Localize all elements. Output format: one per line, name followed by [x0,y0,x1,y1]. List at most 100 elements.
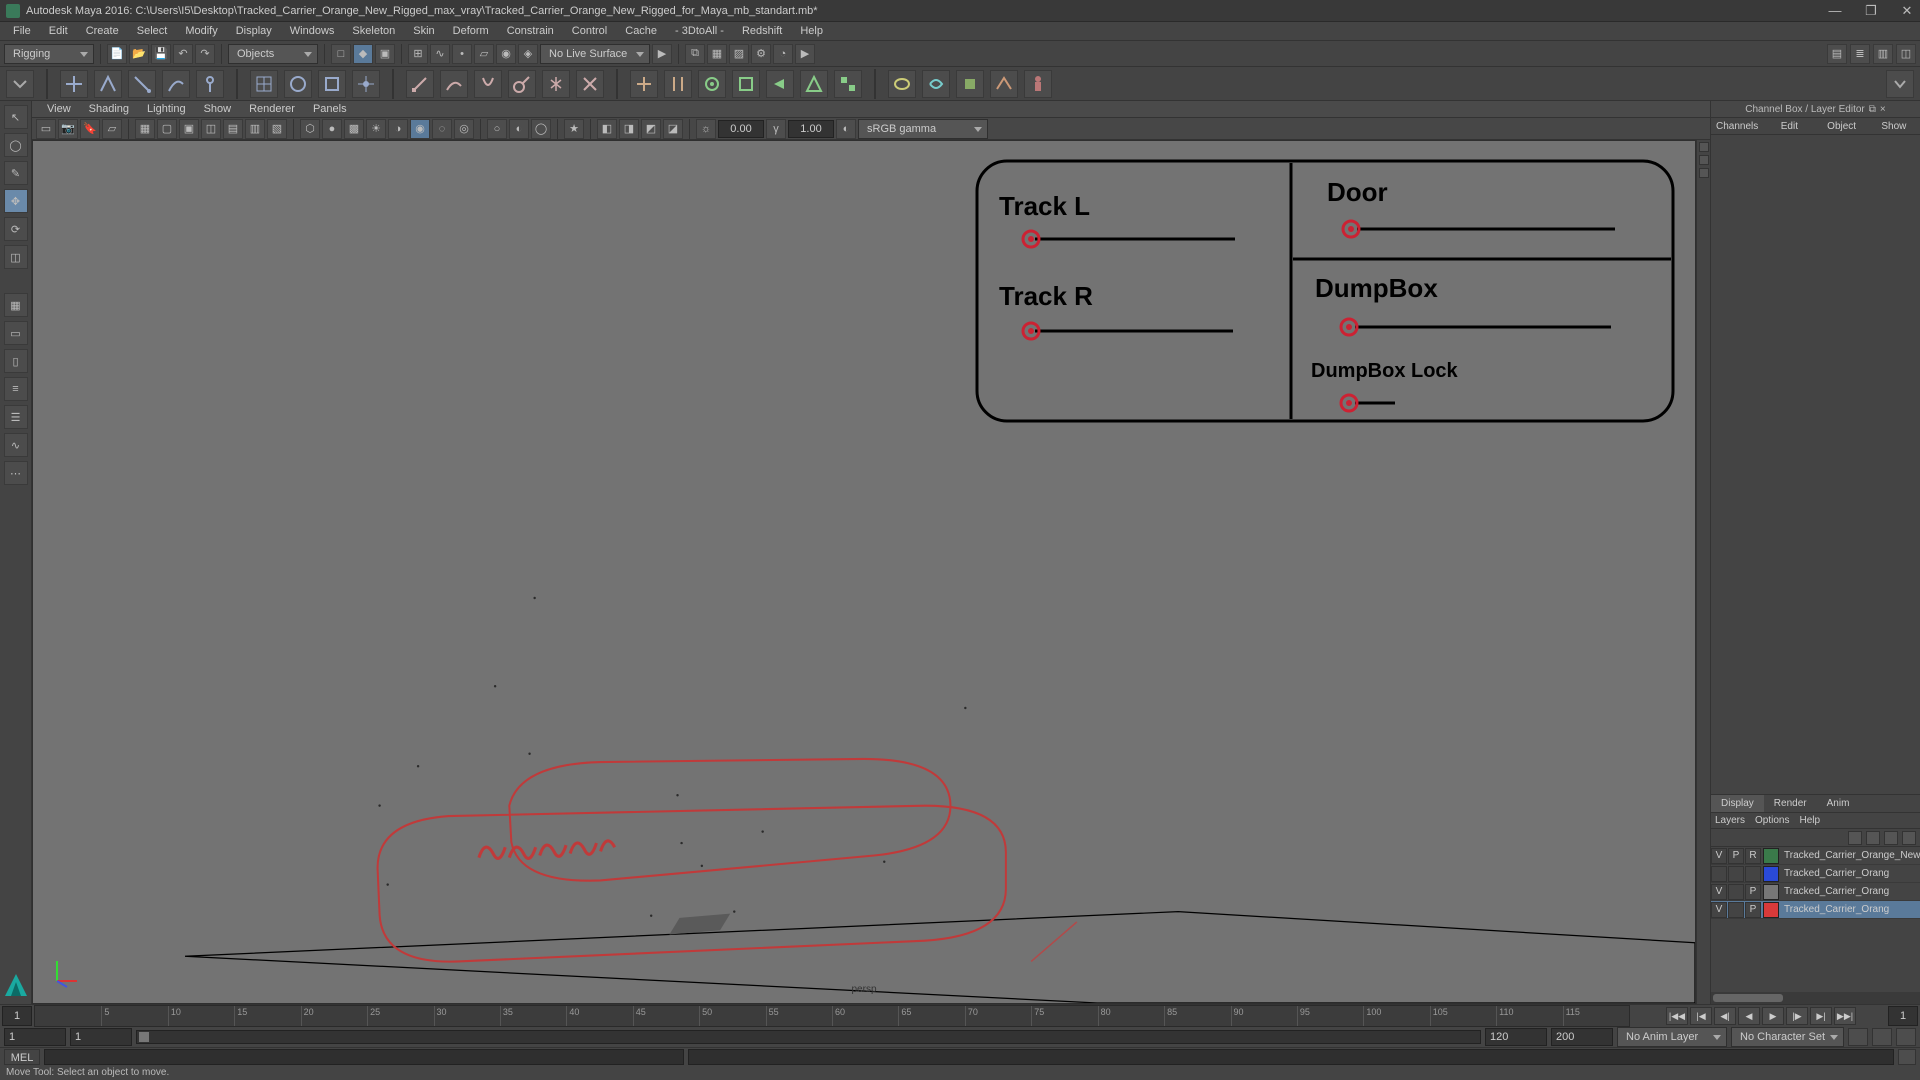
window-minimize-button[interactable]: ― [1828,4,1842,18]
layer-p-toggle[interactable] [1728,866,1744,882]
window-maximize-button[interactable]: ❐ [1864,4,1878,18]
play-forward-button[interactable]: ▶ [1762,1007,1784,1025]
layer-color-swatch[interactable] [1763,866,1779,882]
layer-tab-render[interactable]: Render [1764,795,1817,812]
range-out-field[interactable]: 120 [1485,1028,1547,1046]
layer-row[interactable]: VPRTracked_Carrier_Orange_New [1711,847,1920,865]
range-in-field[interactable]: 1 [70,1028,132,1046]
shelf-options-icon[interactable] [1886,70,1914,98]
layer-move-up-icon[interactable] [1848,831,1862,845]
select-by-component-button[interactable]: ▣ [375,44,395,64]
camera-attributes-button[interactable]: 📷 [58,119,78,139]
layer-tab-anim[interactable]: Anim [1817,795,1860,812]
lasso-tool-button[interactable]: ◯ [4,133,28,157]
paint-weights-icon[interactable] [508,70,536,98]
gamma-icon[interactable]: γ [766,119,786,139]
layout-button-3[interactable]: ▥ [1873,44,1893,64]
layer-menu-options[interactable]: Options [1755,815,1789,826]
auto-key-button[interactable] [1848,1028,1868,1046]
cb-tab-object[interactable]: Object [1816,118,1868,134]
ik-spline-icon[interactable] [440,70,468,98]
layer-p-toggle[interactable]: P [1728,848,1744,864]
screen-space-ao-button[interactable]: ◧ [597,119,617,139]
lattice-icon[interactable] [250,70,278,98]
window-close-button[interactable]: ✕ [1900,4,1914,18]
step-back-frame-button[interactable]: ◀| [1714,1007,1736,1025]
layer-scrollbar[interactable] [1711,992,1920,1004]
hypershade-button[interactable]: ◔ [773,44,793,64]
exposure-icon[interactable]: ☼ [696,119,716,139]
layout-button-2[interactable]: ≣ [1850,44,1870,64]
layout-four-button[interactable]: ▯ [4,349,28,373]
scale-tool-button[interactable]: ◫ [4,245,28,269]
textured-button[interactable]: ▩ [344,119,364,139]
selection-mask-dropdown[interactable]: Objects [228,44,318,64]
bookmarks-button[interactable]: 🔖 [80,119,100,139]
anim-layer-dropdown[interactable]: No Anim Layer [1617,1027,1727,1047]
view-transform-dropdown[interactable]: sRGB gamma [858,119,988,139]
go-to-end-button[interactable]: ▶▶| [1834,1007,1856,1025]
exposure-field[interactable]: 0.00 [718,120,764,138]
isolate-select-button[interactable]: ◉ [410,119,430,139]
layout-button-4[interactable]: ◫ [1896,44,1916,64]
safe-action-button[interactable]: ▥ [245,119,265,139]
layer-r-toggle[interactable] [1745,866,1761,882]
last-tool-button[interactable]: ▦ [4,293,28,317]
joint-tool-icon[interactable] [196,70,224,98]
character-set-dropdown[interactable]: No Character Set [1731,1027,1844,1047]
flat-light-button[interactable]: ◯ [531,119,551,139]
menu-cache[interactable]: Cache [616,23,666,39]
wireframe-button[interactable]: ⬡ [300,119,320,139]
layer-r-toggle[interactable]: P [1745,884,1761,900]
delete-history-icon[interactable] [162,70,190,98]
menu-create[interactable]: Create [77,23,128,39]
blend-shape-icon[interactable] [888,70,916,98]
time-start-field[interactable]: 1 [2,1006,32,1026]
grid-toggle-button[interactable]: ▦ [135,119,155,139]
ik-handle-icon[interactable] [406,70,434,98]
time-current-field[interactable]: 1 [1888,1006,1918,1026]
layer-color-swatch[interactable] [1763,902,1779,918]
cb-tab-edit[interactable]: Edit [1763,118,1815,134]
layout-stacked-button[interactable]: ≡ [4,377,28,401]
layer-row[interactable]: VPTracked_Carrier_Orang [1711,901,1920,919]
select-by-hierarchy-button[interactable]: □ [331,44,351,64]
use-lights-button[interactable]: ☀ [366,119,386,139]
snap-curve-button[interactable]: ∿ [430,44,450,64]
menu-windows[interactable]: Windows [281,23,344,39]
render-view-button[interactable]: ▶ [795,44,815,64]
graph-editor-button[interactable]: ∿ [4,433,28,457]
undo-button[interactable]: ↶ [173,44,193,64]
panel-menu-panels[interactable]: Panels [304,102,356,116]
anti-alias-button[interactable]: ◪ [663,119,683,139]
live-surface-next-button[interactable]: ▶ [652,44,672,64]
detach-skin-icon[interactable] [576,70,604,98]
xray-joints-button[interactable]: ◎ [454,119,474,139]
command-input[interactable] [44,1049,684,1065]
point-constraint-icon[interactable] [664,70,692,98]
time-slider[interactable]: 1 51015202530354045505560657075808590951… [0,1005,1920,1027]
gate-mask-button[interactable]: ◫ [201,119,221,139]
step-back-key-button[interactable]: |◀ [1690,1007,1712,1025]
high-quality-button[interactable]: ★ [564,119,584,139]
set-key-button[interactable] [1872,1028,1892,1046]
menu-edit[interactable]: Edit [40,23,77,39]
set-driven-key-icon[interactable] [834,70,862,98]
select-by-object-button[interactable]: ◆ [353,44,373,64]
default-light-button[interactable]: ○ [487,119,507,139]
human-ik-icon[interactable] [1024,70,1052,98]
menu-skeleton[interactable]: Skeleton [343,23,404,39]
select-tool-button[interactable]: ↖ [4,105,28,129]
layer-move-down-icon[interactable] [1866,831,1880,845]
make-live-button[interactable]: ◈ [518,44,538,64]
menu-select[interactable]: Select [128,23,177,39]
depth-of-field-button[interactable]: ◩ [641,119,661,139]
wire-deform-icon[interactable] [956,70,984,98]
go-to-start-button[interactable]: |◀◀ [1666,1007,1688,1025]
cube-deform-icon[interactable] [318,70,346,98]
viewport[interactable]: Track L Track R Door DumpBox [32,140,1696,1004]
range-slider[interactable] [136,1030,1481,1044]
menu-deform[interactable]: Deform [444,23,498,39]
shelf-dropdown-icon[interactable] [6,70,34,98]
select-camera-button[interactable]: ▭ [36,119,56,139]
